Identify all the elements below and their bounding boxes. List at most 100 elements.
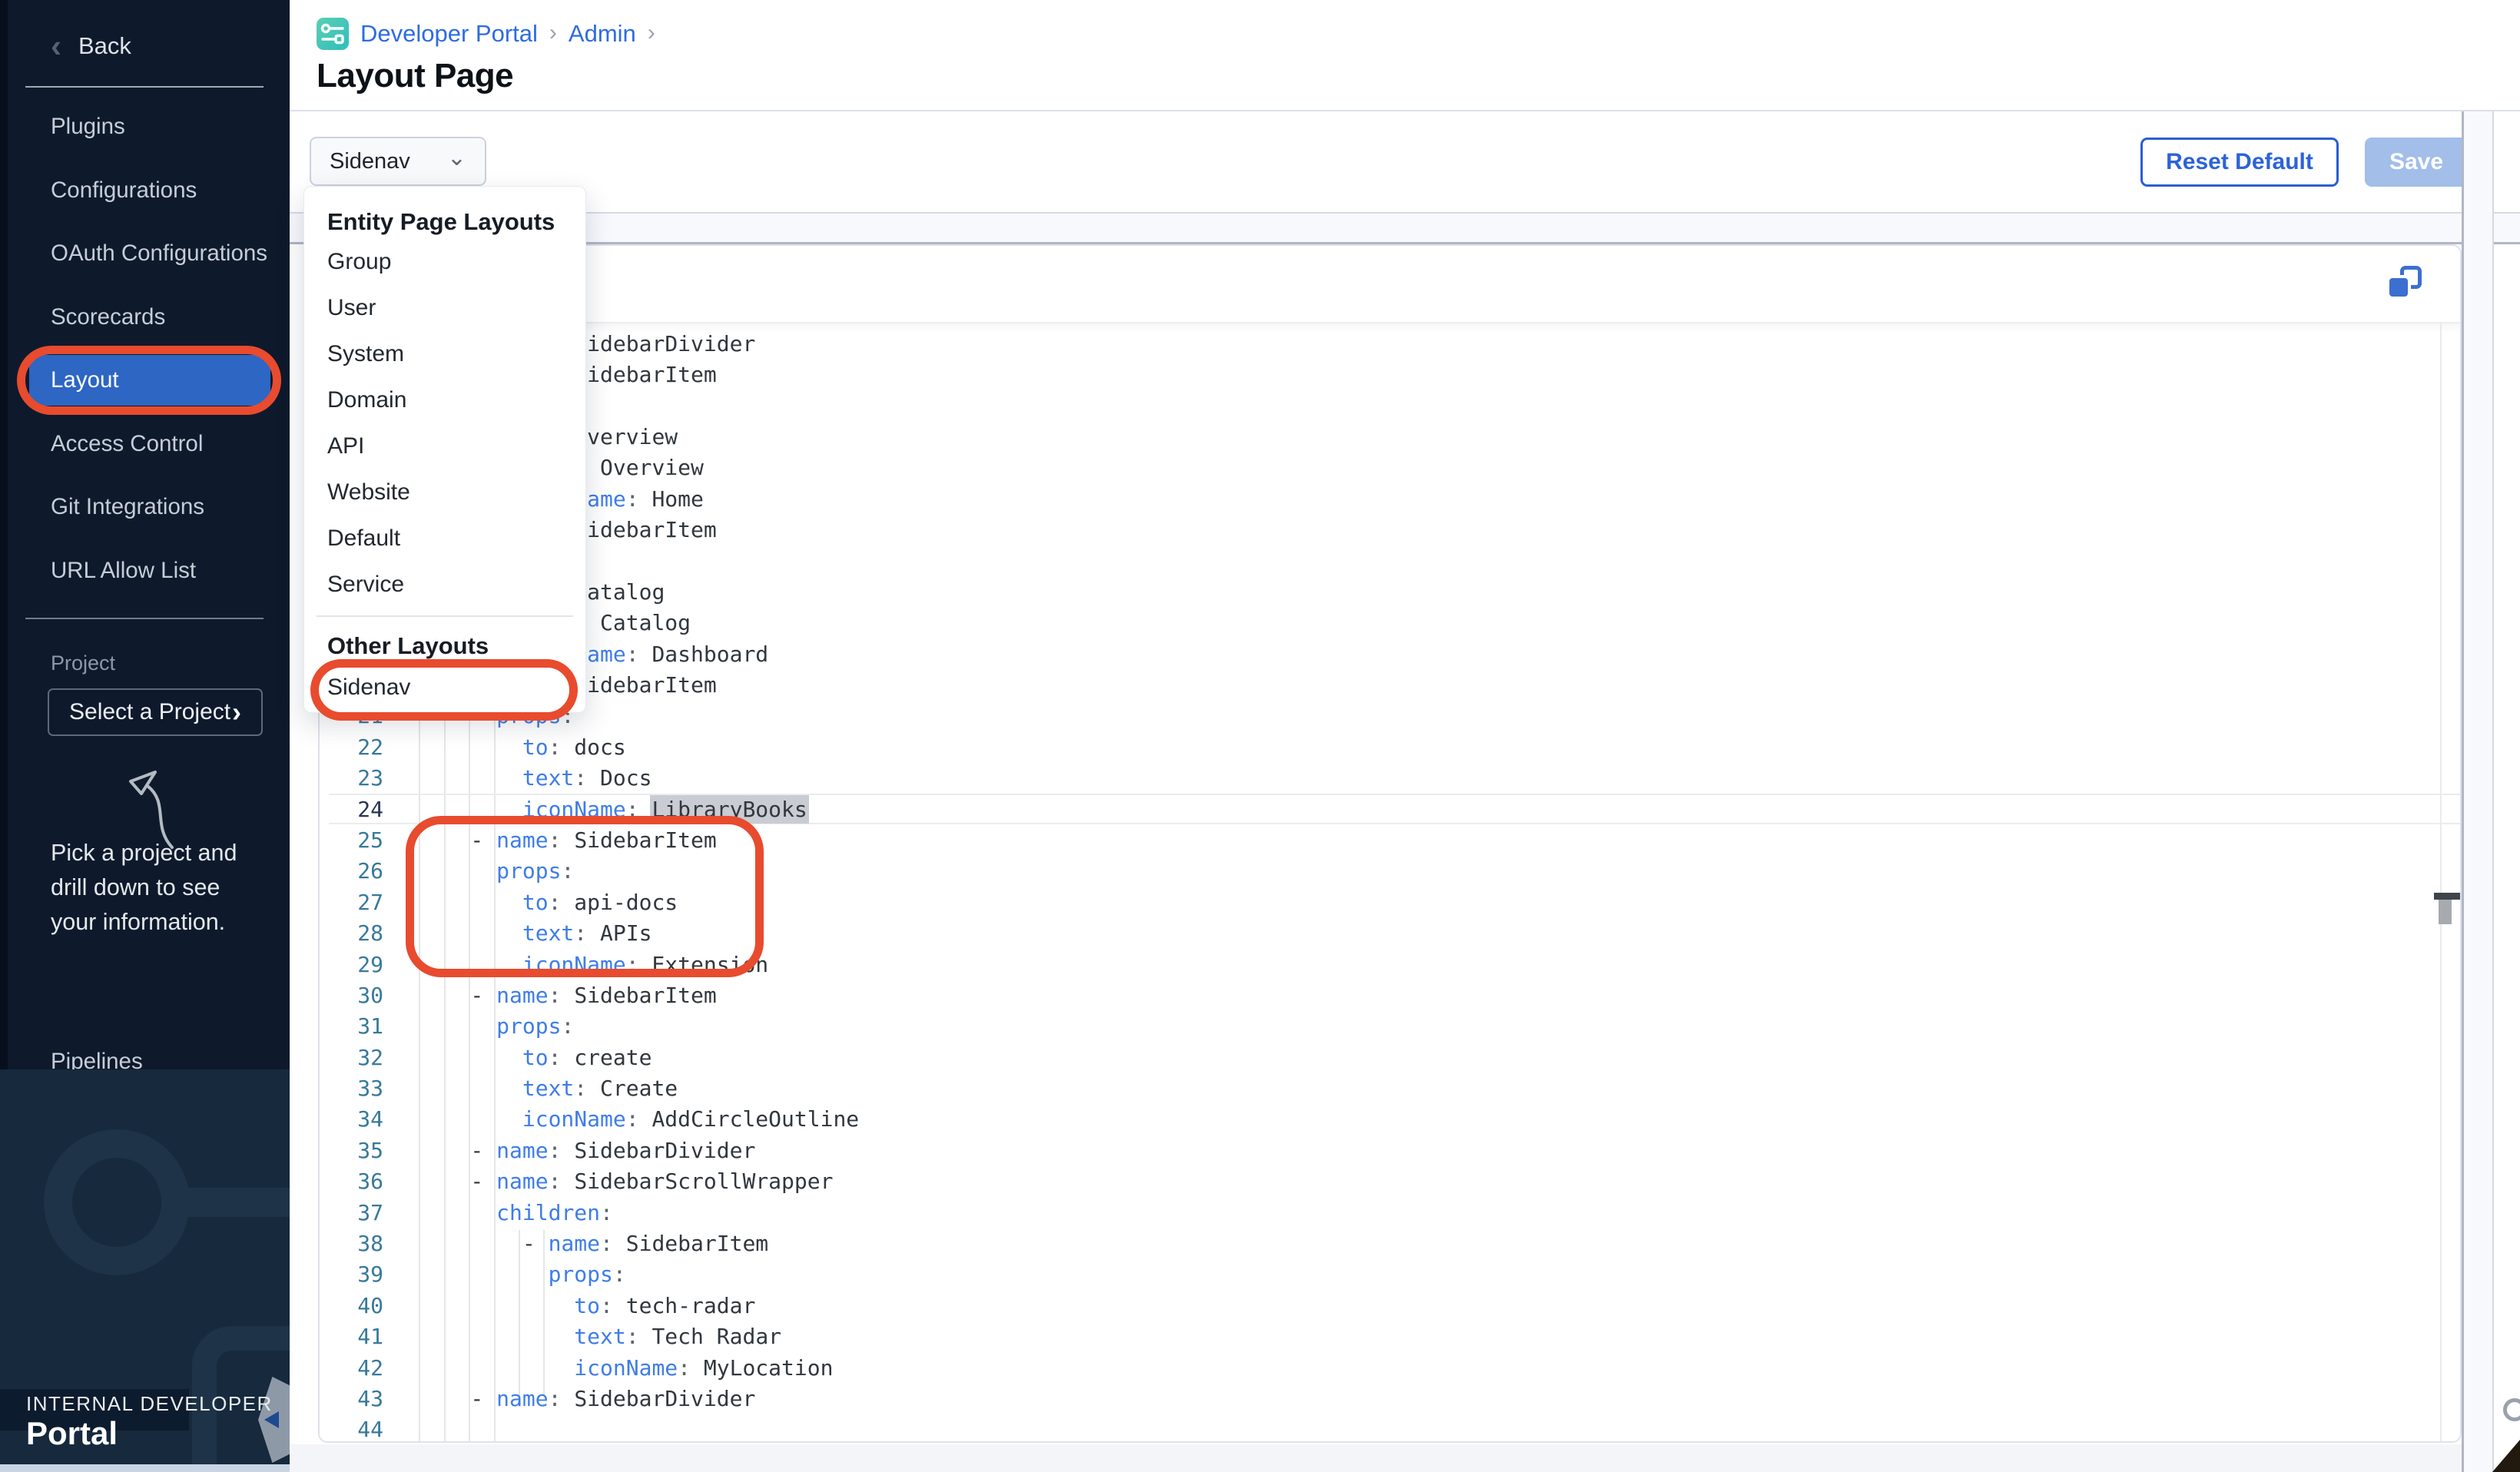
- line-number: 42: [329, 1355, 383, 1381]
- code-line-43: 43 - name: SidebarDivider: [329, 1383, 2462, 1414]
- menu-item-user[interactable]: User: [304, 285, 585, 331]
- code-line-15: 15 - name: SidebarItem: [329, 514, 2462, 545]
- annotation-tool-artifact-icon: [2503, 1398, 2520, 1421]
- reset-default-button[interactable]: Reset Default: [2140, 138, 2339, 187]
- code-line-41: 41 text: Tech Radar: [329, 1321, 2462, 1352]
- save-button[interactable]: Save: [2365, 138, 2468, 187]
- copy-icon[interactable]: [2386, 266, 2423, 303]
- line-number: 40: [329, 1293, 383, 1318]
- menu-item-website[interactable]: Website: [304, 469, 585, 516]
- sidebar-item-oauth-configurations[interactable]: OAuth Configurations: [0, 222, 290, 286]
- page-title: Layout Page: [317, 57, 513, 95]
- code-line-42: 42 iconName: MyLocation: [329, 1352, 2462, 1383]
- code-line-9: 9 - name: SidebarDivider: [329, 328, 2462, 359]
- sidebar-bottom-strip: [0, 1464, 290, 1472]
- code-line-30: 30 - name: SidebarItem: [329, 980, 2462, 1010]
- line-number: 39: [329, 1261, 383, 1287]
- menu-item-group[interactable]: Group: [304, 239, 585, 285]
- back-button[interactable]: ‹ Back: [51, 28, 131, 65]
- code-line-22: 22 to: docs: [329, 731, 2462, 762]
- line-number: 23: [329, 765, 383, 791]
- page-scrollbar-track[interactable]: [2462, 111, 2494, 1472]
- corner-cursor-artifact: [2492, 1440, 2520, 1472]
- line-number: 41: [329, 1324, 383, 1349]
- annotation-circle-code-block: [406, 816, 764, 977]
- sidebar-item-plugins[interactable]: Plugins: [0, 95, 290, 159]
- line-number: 28: [329, 920, 383, 946]
- empty-state-line: Pick a project and: [51, 836, 237, 870]
- line-number: 29: [329, 952, 383, 977]
- code-line-10: 10 - name: SidebarItem: [329, 359, 2462, 390]
- admin-sidebar: ‹ Back PluginsConfigurationsOAuth Config…: [0, 0, 290, 1472]
- layout-select-dropdown-menu: Entity Page Layouts GroupUserSystemDomai…: [303, 186, 586, 713]
- menu-item-default[interactable]: Default: [304, 516, 585, 562]
- project-selector[interactable]: Select a Project ›: [48, 688, 263, 736]
- breadcrumb-separator-icon: ›: [648, 20, 655, 46]
- code-text: iconName: AddCircleOutline: [419, 1106, 859, 1132]
- code-line-19: 19 iconName: Dashboard: [329, 638, 2462, 669]
- code-text: - name: SidebarScrollWrapper: [419, 1169, 833, 1194]
- code-text: to: tech-radar: [419, 1293, 755, 1318]
- line-number: 27: [329, 890, 383, 915]
- line-number: 36: [329, 1169, 383, 1194]
- code-line-33: 33 text: Create: [329, 1073, 2462, 1103]
- back-label: Back: [78, 32, 131, 60]
- code-line-32: 32 to: create: [329, 1042, 2462, 1073]
- code-line-12: 12 to: overview: [329, 421, 2462, 452]
- code-line-23: 23 text: Docs: [329, 762, 2462, 793]
- code-line-40: 40 to: tech-radar: [329, 1290, 2462, 1321]
- menu-section-entity-layouts: Entity Page Layouts: [327, 205, 585, 239]
- code-line-36: 36 - name: SidebarScrollWrapper: [329, 1166, 2462, 1197]
- layout-type-select[interactable]: Sidenav ⌄: [310, 137, 486, 186]
- code-text: iconName: MyLocation: [419, 1355, 833, 1381]
- sidebar-item-access-control[interactable]: Access Control: [0, 413, 290, 476]
- menu-item-api[interactable]: API: [304, 423, 585, 469]
- breadcrumb-developer-portal[interactable]: Developer Portal: [360, 20, 538, 48]
- breadcrumb-separator-icon: ›: [549, 20, 557, 46]
- code-text: - name: SidebarDivider: [419, 1386, 755, 1411]
- code-text: text: Tech Radar: [419, 1324, 781, 1349]
- sidebar-divider: [25, 86, 264, 88]
- empty-state-text: Pick a project anddrill down to seeyour …: [51, 836, 237, 940]
- reset-default-label: Reset Default: [2166, 149, 2313, 175]
- empty-state-line: drill down to see: [51, 870, 237, 905]
- code-line-38: 38 - name: SidebarItem: [329, 1228, 2462, 1258]
- code-line-21: 21 props:: [329, 701, 2462, 731]
- menu-divider: [317, 615, 573, 617]
- code-line-35: 35 - name: SidebarDivider: [329, 1135, 2462, 1165]
- line-number: 34: [329, 1106, 383, 1132]
- sidebar-item-scorecards[interactable]: Scorecards: [0, 286, 290, 350]
- code-line-44: 44: [329, 1414, 2462, 1443]
- menu-item-domain[interactable]: Domain: [304, 377, 585, 423]
- line-number: 43: [329, 1386, 383, 1411]
- pipeline-bar-graphic: [187, 1188, 290, 1217]
- brand-line-small: INTERNAL DEVELOPER: [26, 1392, 273, 1416]
- line-number: 32: [329, 1045, 383, 1070]
- content-tab-strip: [290, 212, 2520, 244]
- code-line-31: 31 props:: [329, 1011, 2462, 1042]
- code-line-16: 16 props:: [329, 545, 2462, 576]
- sidebar-item-configurations[interactable]: Configurations: [0, 159, 290, 223]
- line-number: 33: [329, 1076, 383, 1101]
- code-text: - name: SidebarItem: [419, 1231, 768, 1256]
- sidebar-divider: [25, 618, 264, 619]
- save-label: Save: [2389, 149, 2443, 175]
- code-line-14: 14 iconName: Home: [329, 483, 2462, 514]
- empty-state-line: your information.: [51, 905, 237, 940]
- back-chevron-icon: ‹: [51, 28, 61, 65]
- menu-item-system[interactable]: System: [304, 331, 585, 377]
- breadcrumb-admin[interactable]: Admin: [569, 20, 636, 48]
- copy-front-square: [2386, 275, 2411, 300]
- menu-item-service[interactable]: Service: [304, 562, 585, 608]
- sidebar-item-git-integrations[interactable]: Git Integrations: [0, 476, 290, 539]
- line-number: 35: [329, 1138, 383, 1163]
- line-number: 30: [329, 983, 383, 1008]
- entity-layouts-group: GroupUserSystemDomainAPIWebsiteDefaultSe…: [304, 239, 585, 608]
- chevron-down-icon: ⌄: [447, 144, 466, 171]
- layout-select-value: Sidenav: [330, 149, 410, 174]
- sidebar-item-url-allow-list[interactable]: URL Allow List: [0, 539, 290, 603]
- code-text: to: create: [419, 1045, 652, 1070]
- code-text: text: Create: [419, 1076, 678, 1101]
- code-line-11: 11 props:: [329, 390, 2462, 421]
- annotation-circle-sidenav: [310, 659, 578, 721]
